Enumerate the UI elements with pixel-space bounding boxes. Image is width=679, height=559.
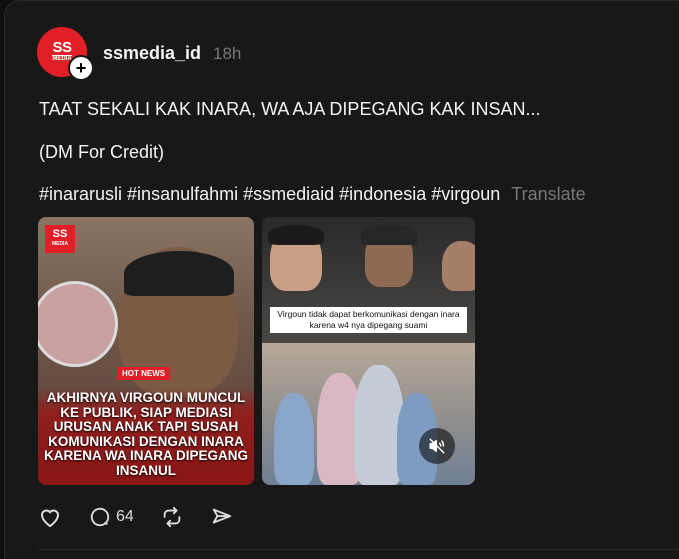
post-actions: 64 (38, 506, 260, 528)
hashtag-link[interactable]: #inararusli (39, 184, 122, 204)
badge-top-text: SS (52, 228, 68, 240)
follow-plus-icon[interactable]: + (68, 55, 94, 81)
cap-shape (124, 251, 234, 296)
hashtag-link[interactable]: #insanulfahmi (127, 184, 238, 204)
hashtag-line: #inararusli #insanulfahmi #ssmediaid #indon… (39, 184, 586, 205)
repost-button[interactable] (160, 506, 184, 528)
share-button[interactable] (210, 506, 234, 528)
translate-link[interactable]: Translate (511, 184, 585, 204)
avatar-logo-text: SS (52, 39, 72, 56)
hashtag-link[interactable]: #indonesia (339, 184, 426, 204)
video-caption-overlay: Virgoun tidak dapat berkomunikasi dengan… (270, 307, 467, 333)
divider (38, 549, 679, 550)
share-icon (210, 506, 234, 528)
heart-icon (38, 506, 62, 528)
ssmedia-logo-badge: SS MEDIA (45, 225, 75, 253)
person-photo (442, 241, 475, 291)
caption-line: (DM For Credit) (39, 142, 164, 162)
media-video-2[interactable]: Virgoun tidak dapat berkomunikasi dengan… (262, 217, 475, 485)
hashtag-link[interactable]: #ssmediaid (243, 184, 334, 204)
badge-bottom-text: MEDIA (51, 241, 69, 247)
comment-button[interactable]: 64 (88, 506, 134, 528)
comment-icon (88, 506, 112, 528)
username[interactable]: ssmedia_id (103, 43, 201, 64)
repost-icon (160, 506, 184, 528)
cap-shape (361, 225, 417, 245)
caption-line: TAAT SEKALI KAK INARA, WA AJA DIPEGANG K… (39, 99, 541, 119)
comment-count: 64 (116, 508, 134, 525)
thread-post: SS MEDIA + ssmedia_id 18h TAAT SEKALI KA… (4, 0, 679, 559)
like-button[interactable] (38, 506, 62, 528)
post-timestamp[interactable]: 18h (213, 44, 241, 64)
hashtag-link[interactable]: #virgoun (431, 184, 500, 204)
media-image-1[interactable]: SS MEDIA HOT NEWS AKHIRNYA VIRGOUN MUNCU… (38, 217, 254, 485)
speaker-muted-icon[interactable] (419, 428, 455, 464)
hot-news-tag: HOT NEWS (117, 367, 171, 380)
news-headline: AKHIRNYA VIRGOUN MUNCUL KE PUBLIK, SIAP … (38, 387, 254, 485)
video-bottom-frame (262, 343, 475, 485)
hair-shape (268, 225, 324, 245)
person-photo (274, 393, 314, 485)
